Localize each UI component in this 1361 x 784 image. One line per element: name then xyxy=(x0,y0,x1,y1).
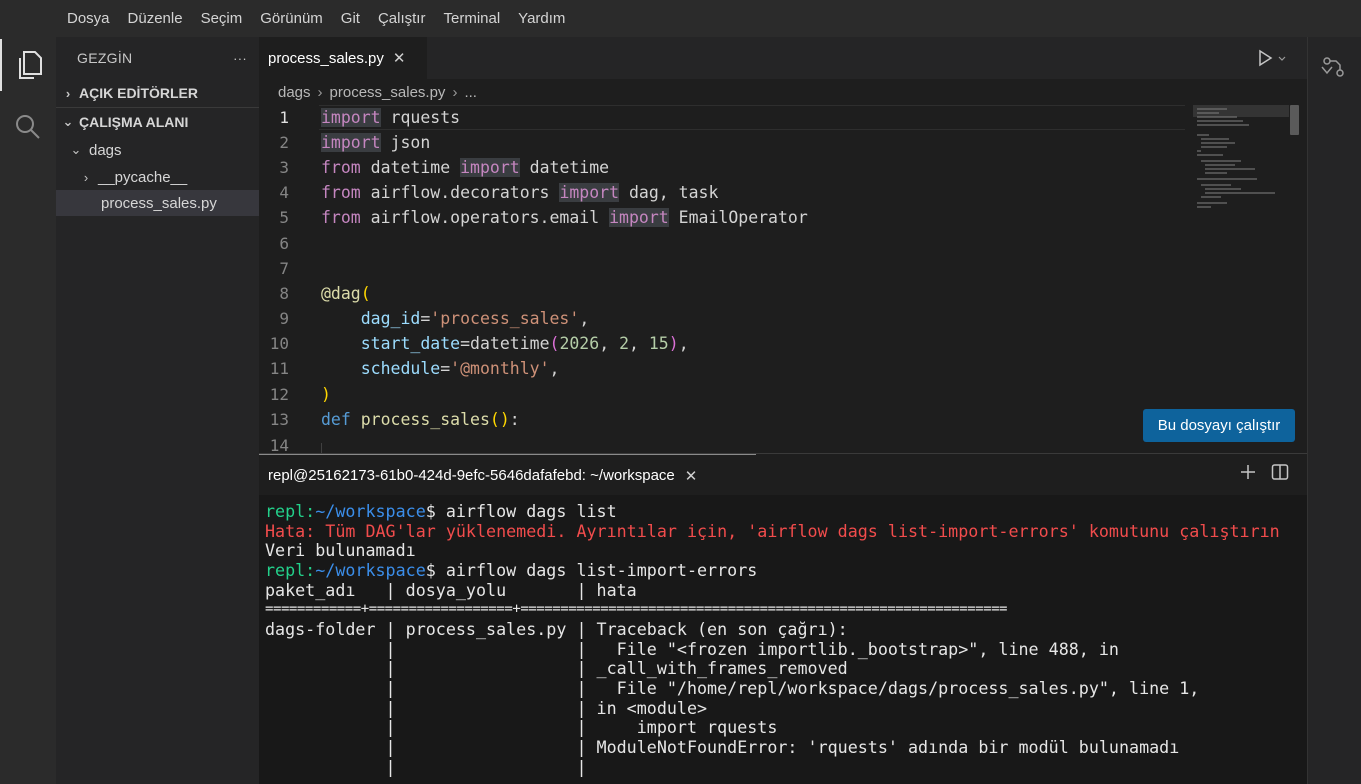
breadcrumb-item[interactable]: process_sales.py xyxy=(330,84,446,101)
code-editor[interactable]: 1 import rquests 2 import json 3 from datet… xyxy=(259,105,1307,453)
workspace-label: ÇALIŞMA ALANI xyxy=(79,114,189,130)
code-line: 6 xyxy=(279,234,289,253)
file-label: process_sales.py xyxy=(101,194,217,212)
tab-label: process_sales.py xyxy=(268,49,384,67)
folder-label: __pycache__ xyxy=(98,168,188,186)
code-line: 2 import json xyxy=(279,133,431,152)
split-terminal-icon[interactable] xyxy=(1271,463,1289,481)
more-actions-icon[interactable]: ··· xyxy=(233,51,247,66)
menu-secim[interactable]: Seçim xyxy=(192,0,252,37)
prompt-sign: $ xyxy=(425,501,446,521)
terminal-line: repl:~/workspace$ airflow dags list-impo… xyxy=(265,560,757,580)
code-line: 3 from datetime import datetime xyxy=(279,158,610,177)
table-row: | | in <module> xyxy=(265,698,708,718)
explorer-icon[interactable] xyxy=(0,39,56,91)
breadcrumb-item[interactable]: ... xyxy=(464,84,477,101)
menu-bar: Dosya Düzenle Seçim Görünüm Git Çalıştır… xyxy=(0,0,1361,37)
chevron-down-icon: ⌄ xyxy=(70,142,82,157)
prompt-path: ~/workspace xyxy=(315,560,426,580)
editor-tab-bar: process_sales.py ✕ xyxy=(259,37,1307,79)
terminal-line: repl:~/workspace$ airflow dags list xyxy=(265,501,617,521)
breadcrumb: dags › process_sales.py › ... xyxy=(259,79,1307,105)
menu-duzenle[interactable]: Düzenle xyxy=(119,0,192,37)
tree-folder-dags[interactable]: ⌄ dags xyxy=(56,137,259,163)
terminal-actions xyxy=(1239,463,1289,481)
table-row: | | ModuleNotFoundError: 'rquests' adınd… xyxy=(265,737,1180,757)
terminal-output[interactable]: repl:~/workspace$ airflow dags list Hata… xyxy=(259,495,1307,784)
code-line: 1 import rquests xyxy=(279,108,461,127)
search-icon[interactable] xyxy=(0,101,56,153)
indent-guide xyxy=(321,443,322,453)
editor-scrollbar[interactable] xyxy=(1290,105,1299,135)
error-line: Hata: Tüm DAG'lar yüklenemedi. Ayrıntıla… xyxy=(265,521,1280,541)
explorer-title: GEZGİN xyxy=(77,50,133,66)
code-line: 12) xyxy=(269,385,331,404)
run-file-button[interactable]: Bu dosyayı çalıştır xyxy=(1143,409,1295,442)
folder-label: dags xyxy=(89,141,122,159)
menu-terminal[interactable]: Terminal xyxy=(434,0,509,37)
explorer-sidebar: GEZGİN ··· › AÇIK EDİTÖRLER ⌄ ÇALIŞMA AL… xyxy=(56,37,259,784)
chevron-right-icon: › xyxy=(83,169,89,185)
code-line: 13 def process_sales(): xyxy=(269,410,520,429)
open-editors-label: AÇIK EDİTÖRLER xyxy=(79,85,198,101)
table-row: | | _call_with_frames_removed xyxy=(265,658,848,678)
prompt-user: repl: xyxy=(265,560,316,580)
table-rule: ============+==================+========… xyxy=(265,601,1008,617)
minimap[interactable] xyxy=(1193,105,1289,215)
code-line: 9 dag_id ='process_sales', xyxy=(279,309,590,328)
command-text: airflow dags list-import-errors xyxy=(445,560,758,580)
activity-bar xyxy=(0,37,56,784)
table-header: paket_adı | dosya_yolu | hata xyxy=(265,580,637,600)
code-line: 14 xyxy=(269,436,289,453)
add-terminal-icon[interactable] xyxy=(1239,463,1257,481)
breadcrumb-item[interactable]: dags xyxy=(278,84,311,101)
code-line: 11 schedule = '@monthly', xyxy=(269,359,560,378)
terminal-line: Veri bulunamadı xyxy=(265,540,416,560)
tab-process-sales[interactable]: process_sales.py ✕ xyxy=(259,37,427,79)
tree-file-process-sales[interactable]: process_sales.py xyxy=(56,190,259,216)
chevron-right-icon: › xyxy=(65,85,71,101)
section-divider xyxy=(56,107,259,108)
close-icon[interactable]: ✕ xyxy=(393,49,406,67)
chevron-down-icon: ⌄ xyxy=(62,114,74,129)
table-row: | | xyxy=(265,757,587,777)
table-row: dags-folder | process_sales.py | Traceba… xyxy=(265,619,848,639)
table-row: | | File "/home/repl/workspace/dags/proc… xyxy=(265,678,1200,698)
run-debug-icon[interactable] xyxy=(1257,49,1287,70)
source-control-graph-icon[interactable] xyxy=(1308,37,1361,97)
menu-yardim[interactable]: Yardım xyxy=(509,0,574,37)
prompt-path: ~/workspace xyxy=(315,501,426,521)
open-editors-section[interactable]: › AÇIK EDİTÖRLER xyxy=(56,80,259,106)
secondary-sidebar xyxy=(1307,37,1361,784)
code-line: 8 @dag( xyxy=(279,284,371,303)
table-row: | | File "<frozen importlib._bootstrap>"… xyxy=(265,639,1119,659)
menu-calistir[interactable]: Çalıştır xyxy=(369,0,435,37)
chevron-right-icon: › xyxy=(452,83,458,101)
table-row: | | import rquests xyxy=(265,717,778,737)
terminal-tab-bar: repl@25162173-61b0-424d-9efc-5646dafafeb… xyxy=(259,453,1307,495)
prompt-user: repl: xyxy=(265,501,316,521)
command-text: airflow dags list xyxy=(445,501,617,521)
menu-gorunum[interactable]: Görünüm xyxy=(251,0,332,37)
workspace-section[interactable]: ⌄ ÇALIŞMA ALANI xyxy=(56,109,259,135)
tree-folder-pycache[interactable]: › __pycache__ xyxy=(56,164,259,190)
chevron-right-icon: › xyxy=(317,83,323,101)
menu-dosya[interactable]: Dosya xyxy=(58,0,119,37)
terminal-tab-label: repl@25162173-61b0-424d-9efc-5646dafafeb… xyxy=(268,467,675,484)
close-icon[interactable]: ✕ xyxy=(685,467,698,485)
prompt-sign: $ xyxy=(425,560,446,580)
tab-terminal[interactable]: repl@25162173-61b0-424d-9efc-5646dafafeb… xyxy=(259,454,756,496)
explorer-header: GEZGİN ··· xyxy=(56,37,259,79)
code-line: 4 from airflow.decorators import dag, tas… xyxy=(279,183,719,202)
code-line: 7 xyxy=(279,259,289,278)
code-line: 10 start_date =datetime(2026, 2, 15), xyxy=(269,334,689,353)
menu-git[interactable]: Git xyxy=(332,0,369,37)
code-line: 5 from airflow.operators.email import Ema… xyxy=(279,208,808,227)
